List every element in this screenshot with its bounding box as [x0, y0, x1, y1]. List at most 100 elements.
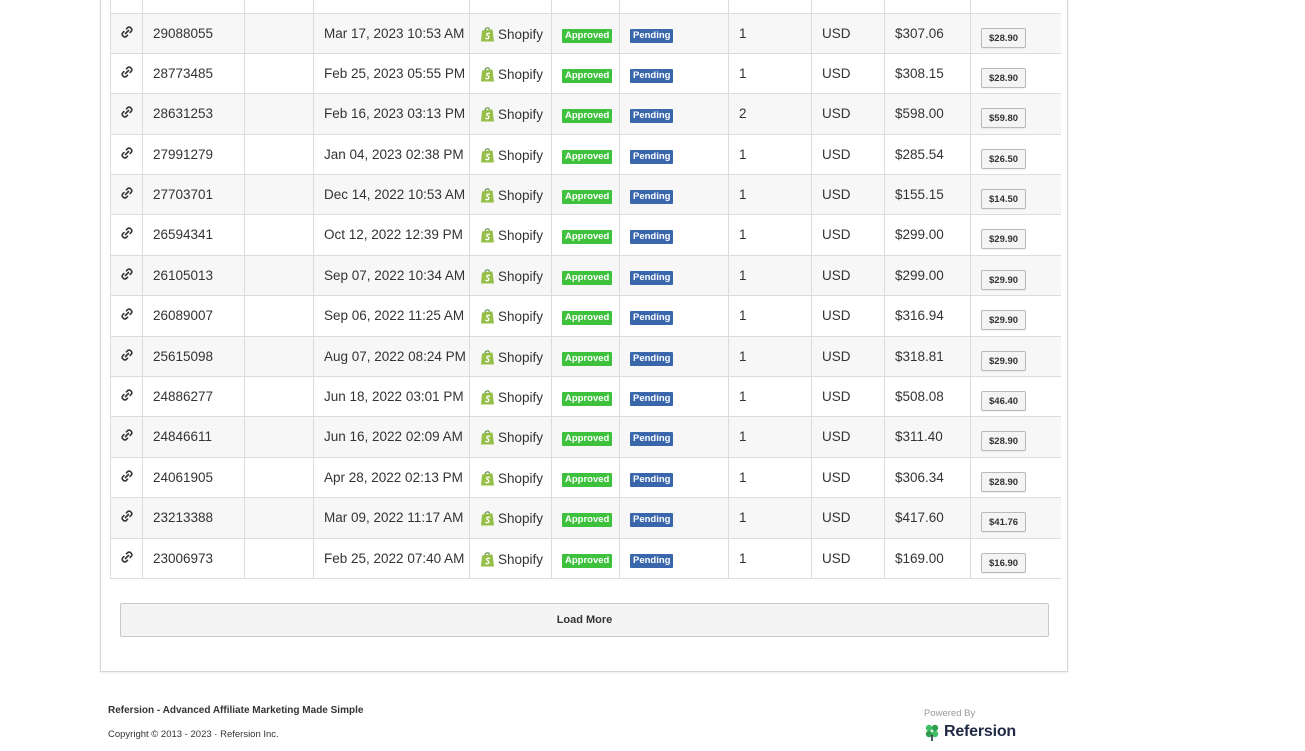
payout-status-cell: Pending: [619, 416, 729, 458]
status-badge: Approved: [562, 149, 613, 164]
item-count: 1: [728, 53, 812, 95]
link-icon[interactable]: [120, 307, 134, 321]
table-row: 27991279 Jan 04, 2023 02:38 PM Shopify A…: [110, 134, 1061, 176]
order-id: 24061905: [142, 457, 245, 499]
commission-button[interactable]: $29.90: [981, 269, 1027, 290]
source-name: Shopify: [498, 66, 544, 82]
item-count: 1: [728, 497, 812, 539]
order-date: Mar 09, 2022 11:17 AM: [313, 497, 470, 539]
link-icon[interactable]: [120, 186, 134, 200]
link-icon[interactable]: [120, 226, 134, 240]
item-count: 1: [728, 134, 812, 176]
empty-cell: [244, 13, 314, 54]
row-link-cell: [110, 53, 143, 95]
link-icon[interactable]: [120, 469, 134, 483]
order-date: Sep 06, 2022 11:25 AM: [313, 295, 470, 337]
empty-cell: [244, 538, 314, 579]
shopify-bag-icon: [481, 511, 494, 526]
row-link-cell: [110, 13, 143, 54]
row-link-cell: [110, 497, 143, 539]
empty-cell: [244, 457, 314, 499]
currency: USD: [811, 538, 885, 579]
table-row: 26089007 Sep 06, 2022 11:25 AM Shopify A…: [110, 295, 1061, 337]
load-more-button[interactable]: Load More: [120, 603, 1049, 637]
commission-button[interactable]: $14.50: [981, 189, 1027, 210]
link-icon[interactable]: [120, 267, 134, 281]
link-icon[interactable]: [120, 388, 134, 402]
item-count: 1: [728, 255, 812, 297]
order-total: $508.08: [884, 376, 971, 418]
commission-button[interactable]: $28.90: [981, 27, 1027, 48]
shopify-bag-icon: [481, 430, 494, 445]
payout-status-cell: Pending: [619, 214, 729, 256]
order-date: Jun 16, 2022 02:09 AM: [313, 416, 470, 458]
status-cell: Approved: [551, 416, 620, 458]
empty-cell: [244, 174, 314, 216]
commission-button[interactable]: $28.90: [981, 471, 1027, 492]
status-badge: Approved: [562, 109, 613, 124]
row-link-cell: [110, 295, 143, 337]
shopify-bag-icon: [481, 188, 494, 203]
shopify-bag-icon: [481, 349, 494, 365]
link-icon[interactable]: [120, 509, 134, 523]
payout-status-badge: Pending: [630, 149, 674, 164]
status-badge: Approved: [562, 28, 613, 43]
currency: USD: [811, 134, 885, 176]
item-count: 1: [728, 457, 812, 499]
empty-cell: [244, 416, 314, 458]
order-id: 29088055: [142, 13, 245, 54]
commission-button[interactable]: $46.40: [981, 391, 1027, 412]
refersion-logo[interactable]: Refersion: [923, 722, 1016, 742]
item-count: 1: [728, 336, 812, 378]
link-icon[interactable]: [120, 428, 134, 442]
source-cell: Shopify: [469, 416, 552, 458]
order-total: $155.15: [884, 174, 971, 216]
order-total: $307.06: [884, 13, 971, 54]
item-count: 1: [728, 295, 812, 337]
item-count: 1: [728, 538, 812, 579]
source-cell: Shopify: [469, 538, 552, 579]
order-id: 28631253: [142, 93, 245, 135]
refersion-brand-name: Refersion: [944, 723, 1016, 740]
currency: USD: [811, 416, 885, 458]
order-date: Jun 18, 2022 03:01 PM: [313, 376, 470, 418]
currency: USD: [811, 336, 885, 378]
commission-button[interactable]: $26.50: [981, 148, 1027, 169]
commission-button[interactable]: $29.90: [981, 229, 1027, 250]
currency: USD: [811, 214, 885, 256]
payout-status-cell: Pending: [619, 93, 729, 135]
source-name: Shopify: [498, 349, 544, 365]
link-icon[interactable]: [120, 146, 134, 160]
link-icon[interactable]: [120, 105, 134, 119]
source-cell: Shopify: [469, 13, 552, 54]
payout-status-cell: Pending: [619, 174, 729, 216]
order-id: 26594341: [142, 214, 245, 256]
commission-button[interactable]: $16.90: [981, 552, 1027, 573]
commission-button[interactable]: $59.80: [981, 108, 1027, 129]
link-icon[interactable]: [120, 65, 134, 79]
payout-status-badge: Pending: [630, 351, 674, 366]
shopify-bag-icon: [481, 26, 494, 41]
commission-button[interactable]: $29.90: [981, 310, 1027, 331]
source-cell: Shopify: [469, 336, 552, 378]
commission-button[interactable]: $29.90: [981, 350, 1027, 371]
commission-button[interactable]: $41.76: [981, 512, 1027, 533]
link-icon[interactable]: [120, 550, 134, 564]
source-cell: Shopify: [469, 214, 552, 256]
status-cell: Approved: [551, 255, 620, 297]
currency: USD: [811, 255, 885, 297]
table-row: 26105013 Sep 07, 2022 10:34 AM Shopify A…: [110, 255, 1061, 297]
payout-status-badge: Pending: [630, 392, 674, 407]
status-badge: Approved: [562, 472, 613, 487]
link-icon[interactable]: [120, 348, 134, 362]
payout-status-badge: Pending: [630, 230, 674, 245]
item-count: 2: [728, 93, 812, 135]
order-date: Sep 07, 2022 10:34 AM: [313, 255, 470, 297]
payout-status-badge: Pending: [630, 553, 674, 568]
source-name: Shopify: [498, 228, 544, 244]
shopify-bag-icon: [481, 390, 494, 405]
commission-button[interactable]: $28.90: [981, 67, 1027, 88]
link-icon[interactable]: [120, 25, 134, 39]
order-id: 25615098: [142, 336, 245, 378]
commission-button[interactable]: $28.90: [981, 431, 1027, 452]
